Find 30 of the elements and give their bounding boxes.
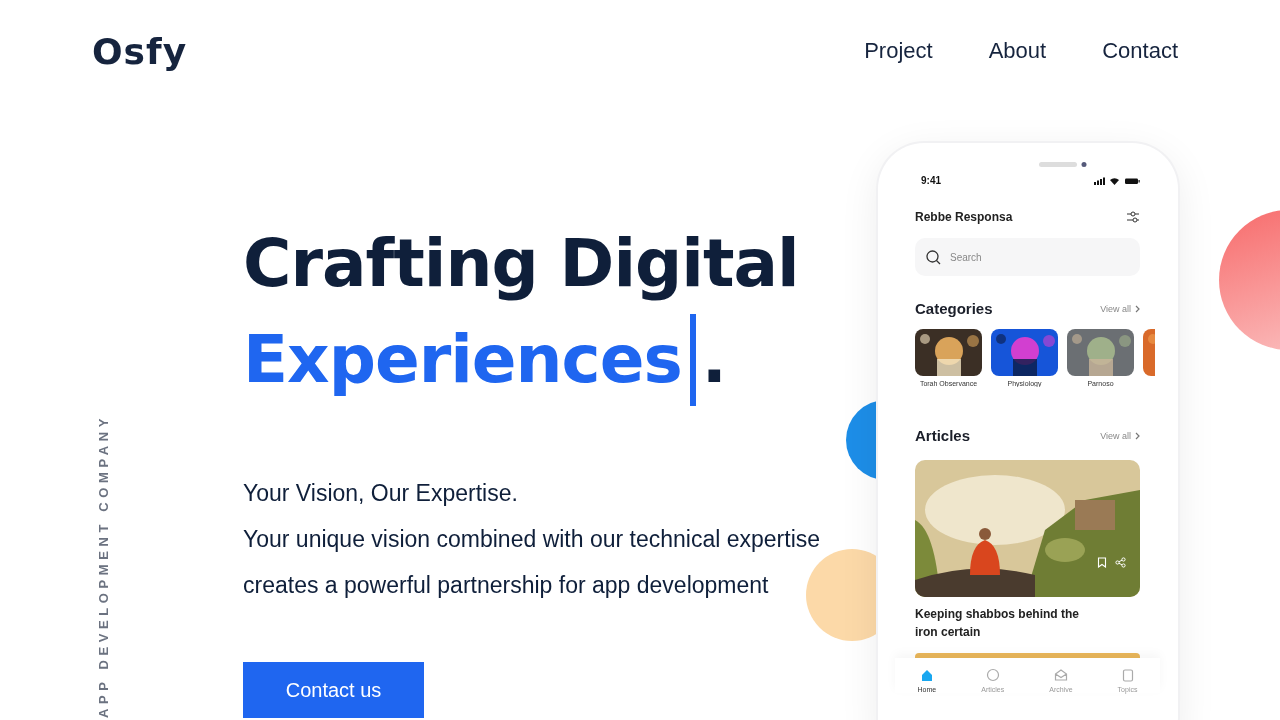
- section-title: Articles: [915, 427, 971, 444]
- search-icon: [926, 250, 941, 265]
- contact-button[interactable]: Contact us: [243, 662, 424, 718]
- search-field[interactable]: Search: [915, 238, 1140, 276]
- nav-link[interactable]: Project: [864, 38, 933, 64]
- headline: Crafting Digital: [243, 224, 800, 304]
- home-icon: [919, 668, 934, 682]
- nav-link[interactable]: About: [988, 38, 1047, 64]
- tagline: Your Vision, Our Expertise.: [243, 479, 519, 508]
- nav-link[interactable]: Contact: [1102, 38, 1178, 64]
- clipboard-icon: [1120, 668, 1135, 682]
- side-label: APP DEVELOPMENT COMPANY: [96, 413, 111, 718]
- inbox-icon: [1053, 668, 1068, 682]
- logo[interactable]: Osfy: [92, 30, 188, 72]
- status-icons: [1094, 176, 1140, 185]
- bookmark-icon[interactable]: [1097, 557, 1107, 568]
- share-icon[interactable]: [1115, 557, 1126, 568]
- speaker-icon: [1038, 162, 1087, 168]
- app-title: Rebbe Responsa: [915, 210, 1013, 224]
- chevron-icon: [1135, 431, 1140, 440]
- chevron-icon: [1135, 304, 1140, 313]
- view-all-link[interactable]: View all: [1100, 303, 1140, 314]
- status-time: 9:41: [921, 175, 941, 186]
- view-all-link[interactable]: View all: [1100, 430, 1140, 441]
- filter-icon[interactable]: [1126, 210, 1140, 224]
- headline-period: .: [701, 320, 726, 400]
- description: Your unique vision combined with our technical expertise creates a powerful partnership for app development: [243, 525, 822, 600]
- headline-accent: Experiences: [243, 320, 682, 400]
- article-title[interactable]: Keeping shabbos behind the iron certain: [915, 605, 1093, 641]
- section-title: Categories: [915, 300, 993, 317]
